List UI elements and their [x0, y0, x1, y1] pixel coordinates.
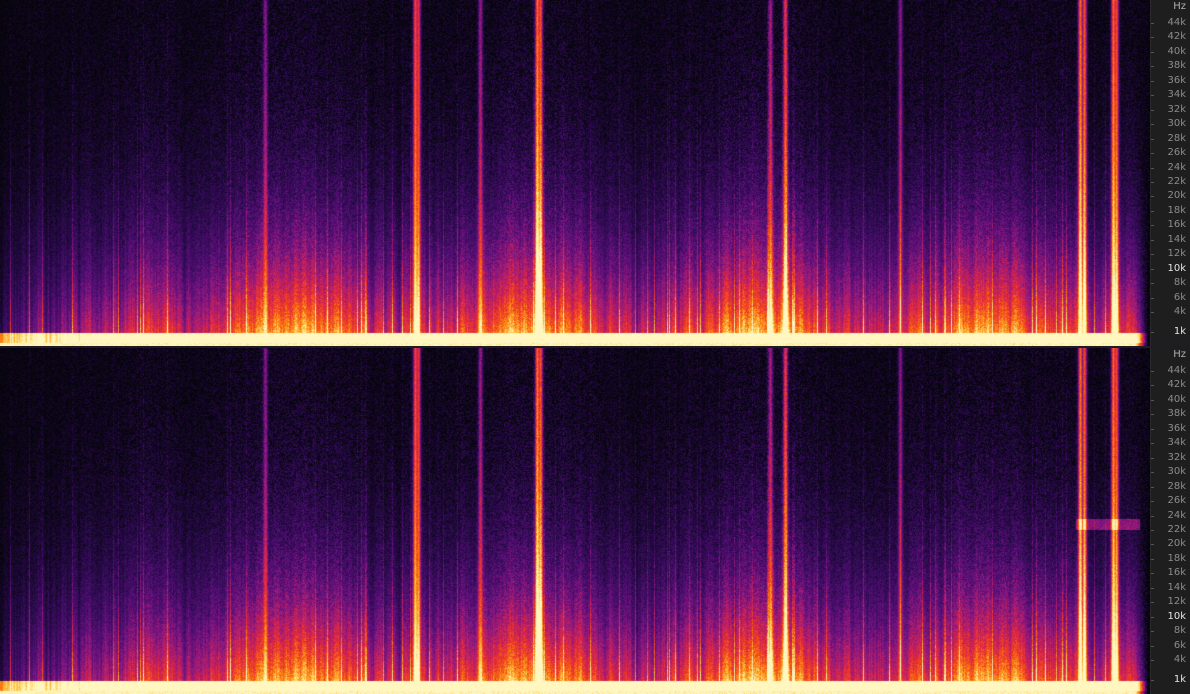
- frequency-tick-mark: [1151, 80, 1154, 82]
- frequency-tick-mark: [1151, 254, 1154, 256]
- frequency-tick-mark: [1151, 297, 1154, 299]
- frequency-tick-mark: [1151, 457, 1154, 459]
- frequency-tick-label: 4k: [1173, 654, 1186, 665]
- frequency-tick-mark: [1151, 153, 1154, 155]
- frequency-tick-mark: [1151, 558, 1154, 560]
- frequency-tick-label: 22k: [1167, 175, 1186, 187]
- frequency-tick-mark: [1151, 95, 1154, 97]
- frequency-tick-label: 1k: [1173, 674, 1186, 685]
- frequency-tick-mark: [1151, 37, 1154, 39]
- frequency-tick-label: 40k: [1167, 393, 1186, 405]
- frequency-tick-mark: [1151, 225, 1154, 227]
- frequency-tick-mark: [1151, 332, 1154, 333]
- frequency-tick-mark: [1151, 51, 1154, 53]
- frequency-tick-label: 40k: [1167, 45, 1186, 57]
- frequency-tick-mark: [1151, 486, 1154, 488]
- frequency-tick-label: 36k: [1167, 74, 1186, 86]
- channel-1-frequency-ruler[interactable]: Hz 44k 42k 40k 38k 36k 34k 32k 30k 28k 26k 24k 22k 2…: [1150, 0, 1190, 346]
- channel-2-panel: Hz 44k 42k 40k 38k 36k 34k 32k 30k 28k 26k 24k 22k 2…: [0, 348, 1190, 694]
- frequency-tick-mark: [1151, 631, 1154, 633]
- frequency-tick-label: 28k: [1167, 132, 1186, 144]
- frequency-tick-mark: [1151, 283, 1154, 285]
- spectral-frequency-display: Hz 44k 42k 40k 38k 36k 34k 32k 30k 28k 26k 24k 22k 2…: [0, 0, 1190, 694]
- frequency-tick-mark: [1151, 181, 1154, 183]
- frequency-tick-mark: [1151, 210, 1154, 212]
- frequency-tick-mark: [1151, 196, 1154, 198]
- frequency-tick-label: 12k: [1167, 248, 1186, 260]
- frequency-tick-label: 22k: [1167, 523, 1186, 535]
- frequency-tick-mark: [1151, 385, 1154, 387]
- frequency-tick-label: 30k: [1167, 466, 1186, 478]
- frequency-tick-mark: [1151, 544, 1154, 546]
- frequency-tick-label: 38k: [1167, 60, 1186, 72]
- frequency-tick-label: 14k: [1167, 581, 1186, 593]
- frequency-unit-label: Hz: [1173, 349, 1186, 360]
- channel-2-frequency-ruler[interactable]: Hz 44k 42k 40k 38k 36k 34k 32k 30k 28k 26k 24k 22k 2…: [1150, 348, 1190, 694]
- frequency-tick-mark: [1151, 312, 1154, 313]
- frequency-tick-label: 20k: [1167, 190, 1186, 202]
- frequency-tick-mark: [1151, 515, 1154, 517]
- frequency-tick-mark: [1151, 399, 1154, 401]
- frequency-tick-mark: [1151, 501, 1154, 503]
- frequency-tick-label: 34k: [1167, 89, 1186, 101]
- frequency-tick-label: 28k: [1167, 480, 1186, 492]
- frequency-tick-label: 26k: [1167, 147, 1186, 159]
- frequency-tick-mark: [1151, 587, 1154, 589]
- frequency-tick-label: 24k: [1167, 509, 1186, 521]
- frequency-tick-label: 1k: [1173, 326, 1186, 337]
- frequency-tick-label: 8k: [1173, 277, 1186, 289]
- frequency-tick-label: 42k: [1167, 379, 1186, 391]
- channel-2-spectrogram[interactable]: [0, 348, 1150, 694]
- frequency-tick-label: 18k: [1167, 204, 1186, 216]
- frequency-tick-label: 26k: [1167, 495, 1186, 507]
- channel-1-spectrogram[interactable]: [0, 0, 1150, 346]
- frequency-tick-label: 32k: [1167, 103, 1186, 115]
- frequency-tick-mark: [1151, 167, 1154, 169]
- frequency-tick-label: 44k: [1167, 365, 1186, 376]
- frequency-tick-mark: [1151, 109, 1154, 111]
- frequency-tick-label: 42k: [1167, 31, 1186, 43]
- channel-1-panel: Hz 44k 42k 40k 38k 36k 34k 32k 30k 28k 26k 24k 22k 2…: [0, 0, 1190, 346]
- frequency-tick-mark: [1151, 680, 1154, 681]
- frequency-tick-mark: [1151, 602, 1154, 604]
- frequency-tick-mark: [1151, 414, 1154, 416]
- frequency-tick-label: 16k: [1167, 219, 1186, 231]
- frequency-tick-label: 36k: [1167, 422, 1186, 434]
- frequency-tick-label: 30k: [1167, 118, 1186, 130]
- frequency-tick-mark: [1151, 645, 1154, 647]
- frequency-tick-mark: [1151, 660, 1154, 661]
- frequency-tick-mark: [1151, 573, 1154, 575]
- frequency-tick-mark: [1151, 138, 1154, 140]
- frequency-tick-label: 44k: [1167, 17, 1186, 28]
- frequency-tick-mark: [1151, 616, 1154, 618]
- frequency-tick-mark: [1151, 371, 1154, 372]
- frequency-tick-mark: [1151, 529, 1154, 531]
- frequency-tick-label: 34k: [1167, 437, 1186, 449]
- frequency-tick-label: 16k: [1167, 567, 1186, 579]
- frequency-tick-label: 6k: [1173, 291, 1186, 303]
- frequency-tick-label: 12k: [1167, 596, 1186, 608]
- frequency-tick-mark: [1151, 124, 1154, 126]
- frequency-tick-mark: [1151, 428, 1154, 430]
- frequency-tick-label: 10k: [1167, 262, 1186, 274]
- frequency-tick-label: 8k: [1173, 625, 1186, 637]
- frequency-tick-mark: [1151, 472, 1154, 474]
- frequency-tick-label: 32k: [1167, 451, 1186, 463]
- frequency-tick-label: 24k: [1167, 161, 1186, 173]
- frequency-tick-label: 20k: [1167, 538, 1186, 550]
- frequency-tick-mark: [1151, 443, 1154, 445]
- frequency-tick-label: 6k: [1173, 639, 1186, 651]
- frequency-tick-mark: [1151, 239, 1154, 241]
- frequency-tick-mark: [1151, 23, 1154, 24]
- frequency-tick-label: 14k: [1167, 233, 1186, 245]
- frequency-tick-mark: [1151, 268, 1154, 270]
- frequency-tick-label: 38k: [1167, 408, 1186, 420]
- frequency-tick-label: 18k: [1167, 552, 1186, 564]
- frequency-tick-label: 4k: [1173, 306, 1186, 317]
- frequency-unit-label: Hz: [1173, 1, 1186, 12]
- frequency-tick-label: 10k: [1167, 610, 1186, 622]
- frequency-tick-mark: [1151, 66, 1154, 68]
